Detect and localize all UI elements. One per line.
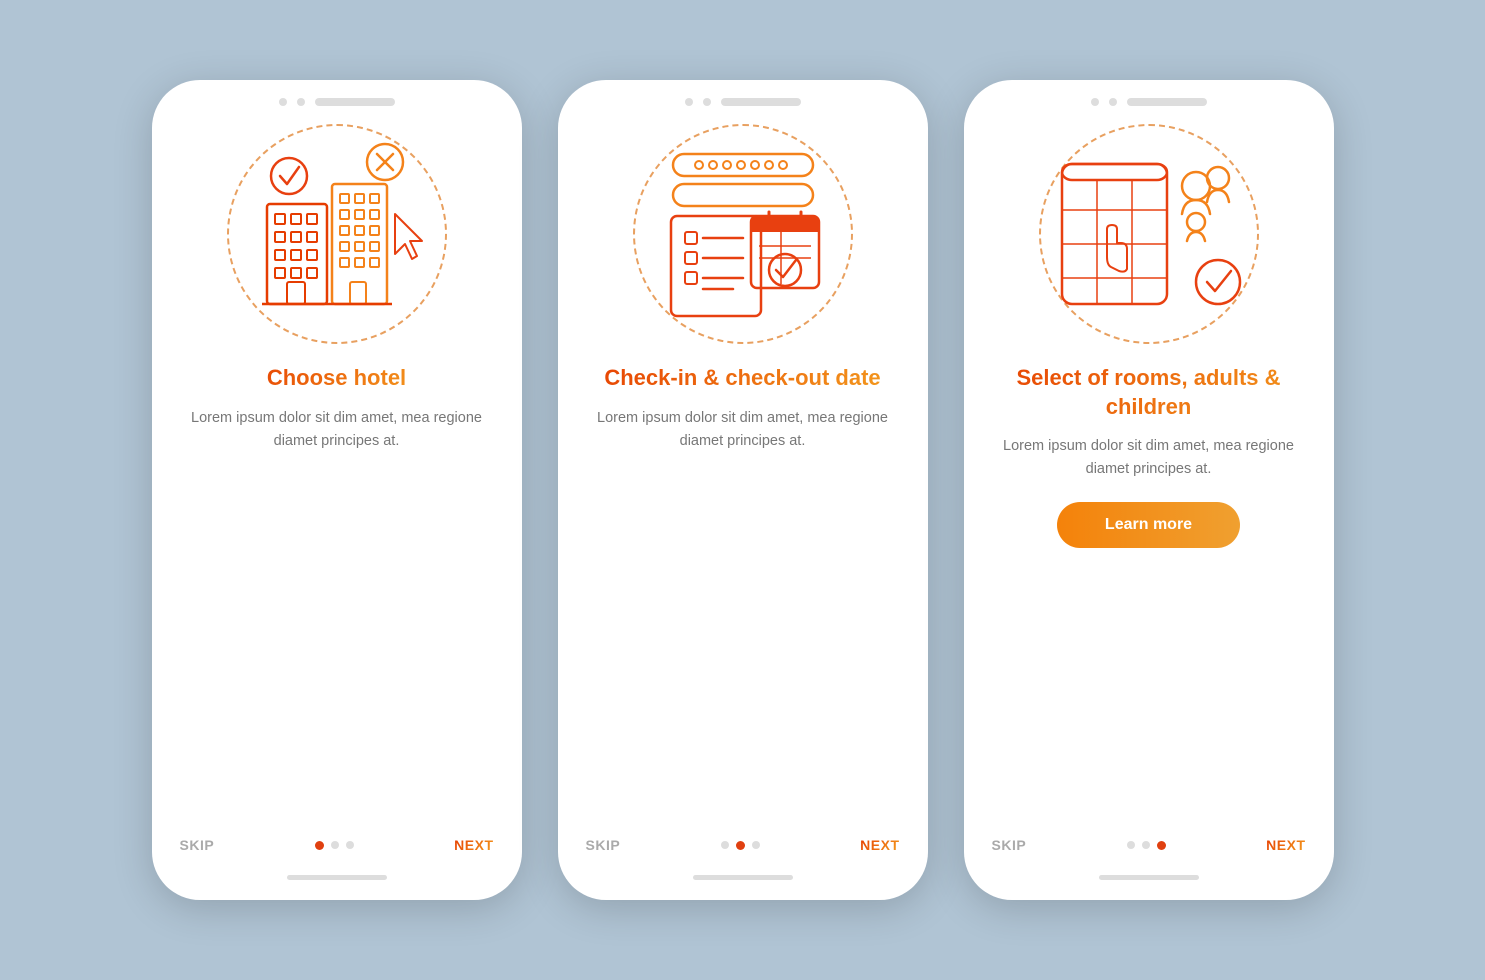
phone-1: Choose hotel Lorem ipsum dolor sit dim a… [152, 80, 522, 900]
dot-2 [1142, 841, 1150, 849]
phone-3-next[interactable]: NEXT [1266, 837, 1305, 853]
learn-more-button[interactable]: Learn more [1057, 502, 1240, 548]
hotel-icon [237, 134, 437, 334]
phone-1-icon-area [227, 124, 447, 344]
phone-3-icon-area [1039, 124, 1259, 344]
phone-1-nav: SKIP NEXT [180, 837, 494, 853]
phone-2-dots [721, 841, 760, 850]
phone-3-top [964, 98, 1334, 106]
dot-1 [1127, 841, 1135, 849]
phone-3-title: Select of rooms, adults & children [964, 364, 1334, 421]
phone-dot [685, 98, 693, 106]
phone-3-skip[interactable]: SKIP [992, 837, 1027, 853]
dot-3 [1157, 841, 1166, 850]
phone-dot [1109, 98, 1117, 106]
phone-2-top [558, 98, 928, 106]
phone-3-desc: Lorem ipsum dolor sit dim amet, mea regi… [964, 435, 1334, 481]
phones-container: Choose hotel Lorem ipsum dolor sit dim a… [152, 80, 1334, 900]
dot-1 [721, 841, 729, 849]
phone-2: Check-in & check-out date Lorem ipsum do… [558, 80, 928, 900]
phone-dot [279, 98, 287, 106]
dot-3 [346, 841, 354, 849]
phone-dot [703, 98, 711, 106]
phone-3-home-bar [1099, 875, 1199, 880]
phone-1-skip[interactable]: SKIP [180, 837, 215, 853]
phone-3-bottom: SKIP NEXT [964, 837, 1334, 880]
phone-1-bottom: SKIP NEXT [152, 837, 522, 880]
phone-2-desc: Lorem ipsum dolor sit dim amet, mea regi… [558, 407, 928, 453]
phone-1-dots [315, 841, 354, 850]
phone-speaker [315, 98, 395, 106]
phone-2-bottom: SKIP NEXT [558, 837, 928, 880]
phone-1-top [152, 98, 522, 106]
dot-3 [752, 841, 760, 849]
dot-1 [315, 841, 324, 850]
phone-2-skip[interactable]: SKIP [586, 837, 621, 853]
phone-1-title: Choose hotel [237, 364, 436, 393]
phone-speaker [1127, 98, 1207, 106]
phone-3-dots [1127, 841, 1166, 850]
phone-3-nav: SKIP NEXT [992, 837, 1306, 853]
phone-1-home-bar [287, 875, 387, 880]
phone-1-next[interactable]: NEXT [454, 837, 493, 853]
rooms-icon [1044, 134, 1254, 334]
checkin-icon [643, 134, 843, 334]
phone-2-title: Check-in & check-out date [574, 364, 910, 393]
phone-2-nav: SKIP NEXT [586, 837, 900, 853]
dot-2 [331, 841, 339, 849]
phone-1-desc: Lorem ipsum dolor sit dim amet, mea regi… [152, 407, 522, 453]
phone-dot [297, 98, 305, 106]
phone-3: Select of rooms, adults & children Lorem… [964, 80, 1334, 900]
phone-speaker [721, 98, 801, 106]
phone-2-next[interactable]: NEXT [860, 837, 899, 853]
dot-2 [736, 841, 745, 850]
phone-dot [1091, 98, 1099, 106]
phone-2-home-bar [693, 875, 793, 880]
phone-2-icon-area [633, 124, 853, 344]
